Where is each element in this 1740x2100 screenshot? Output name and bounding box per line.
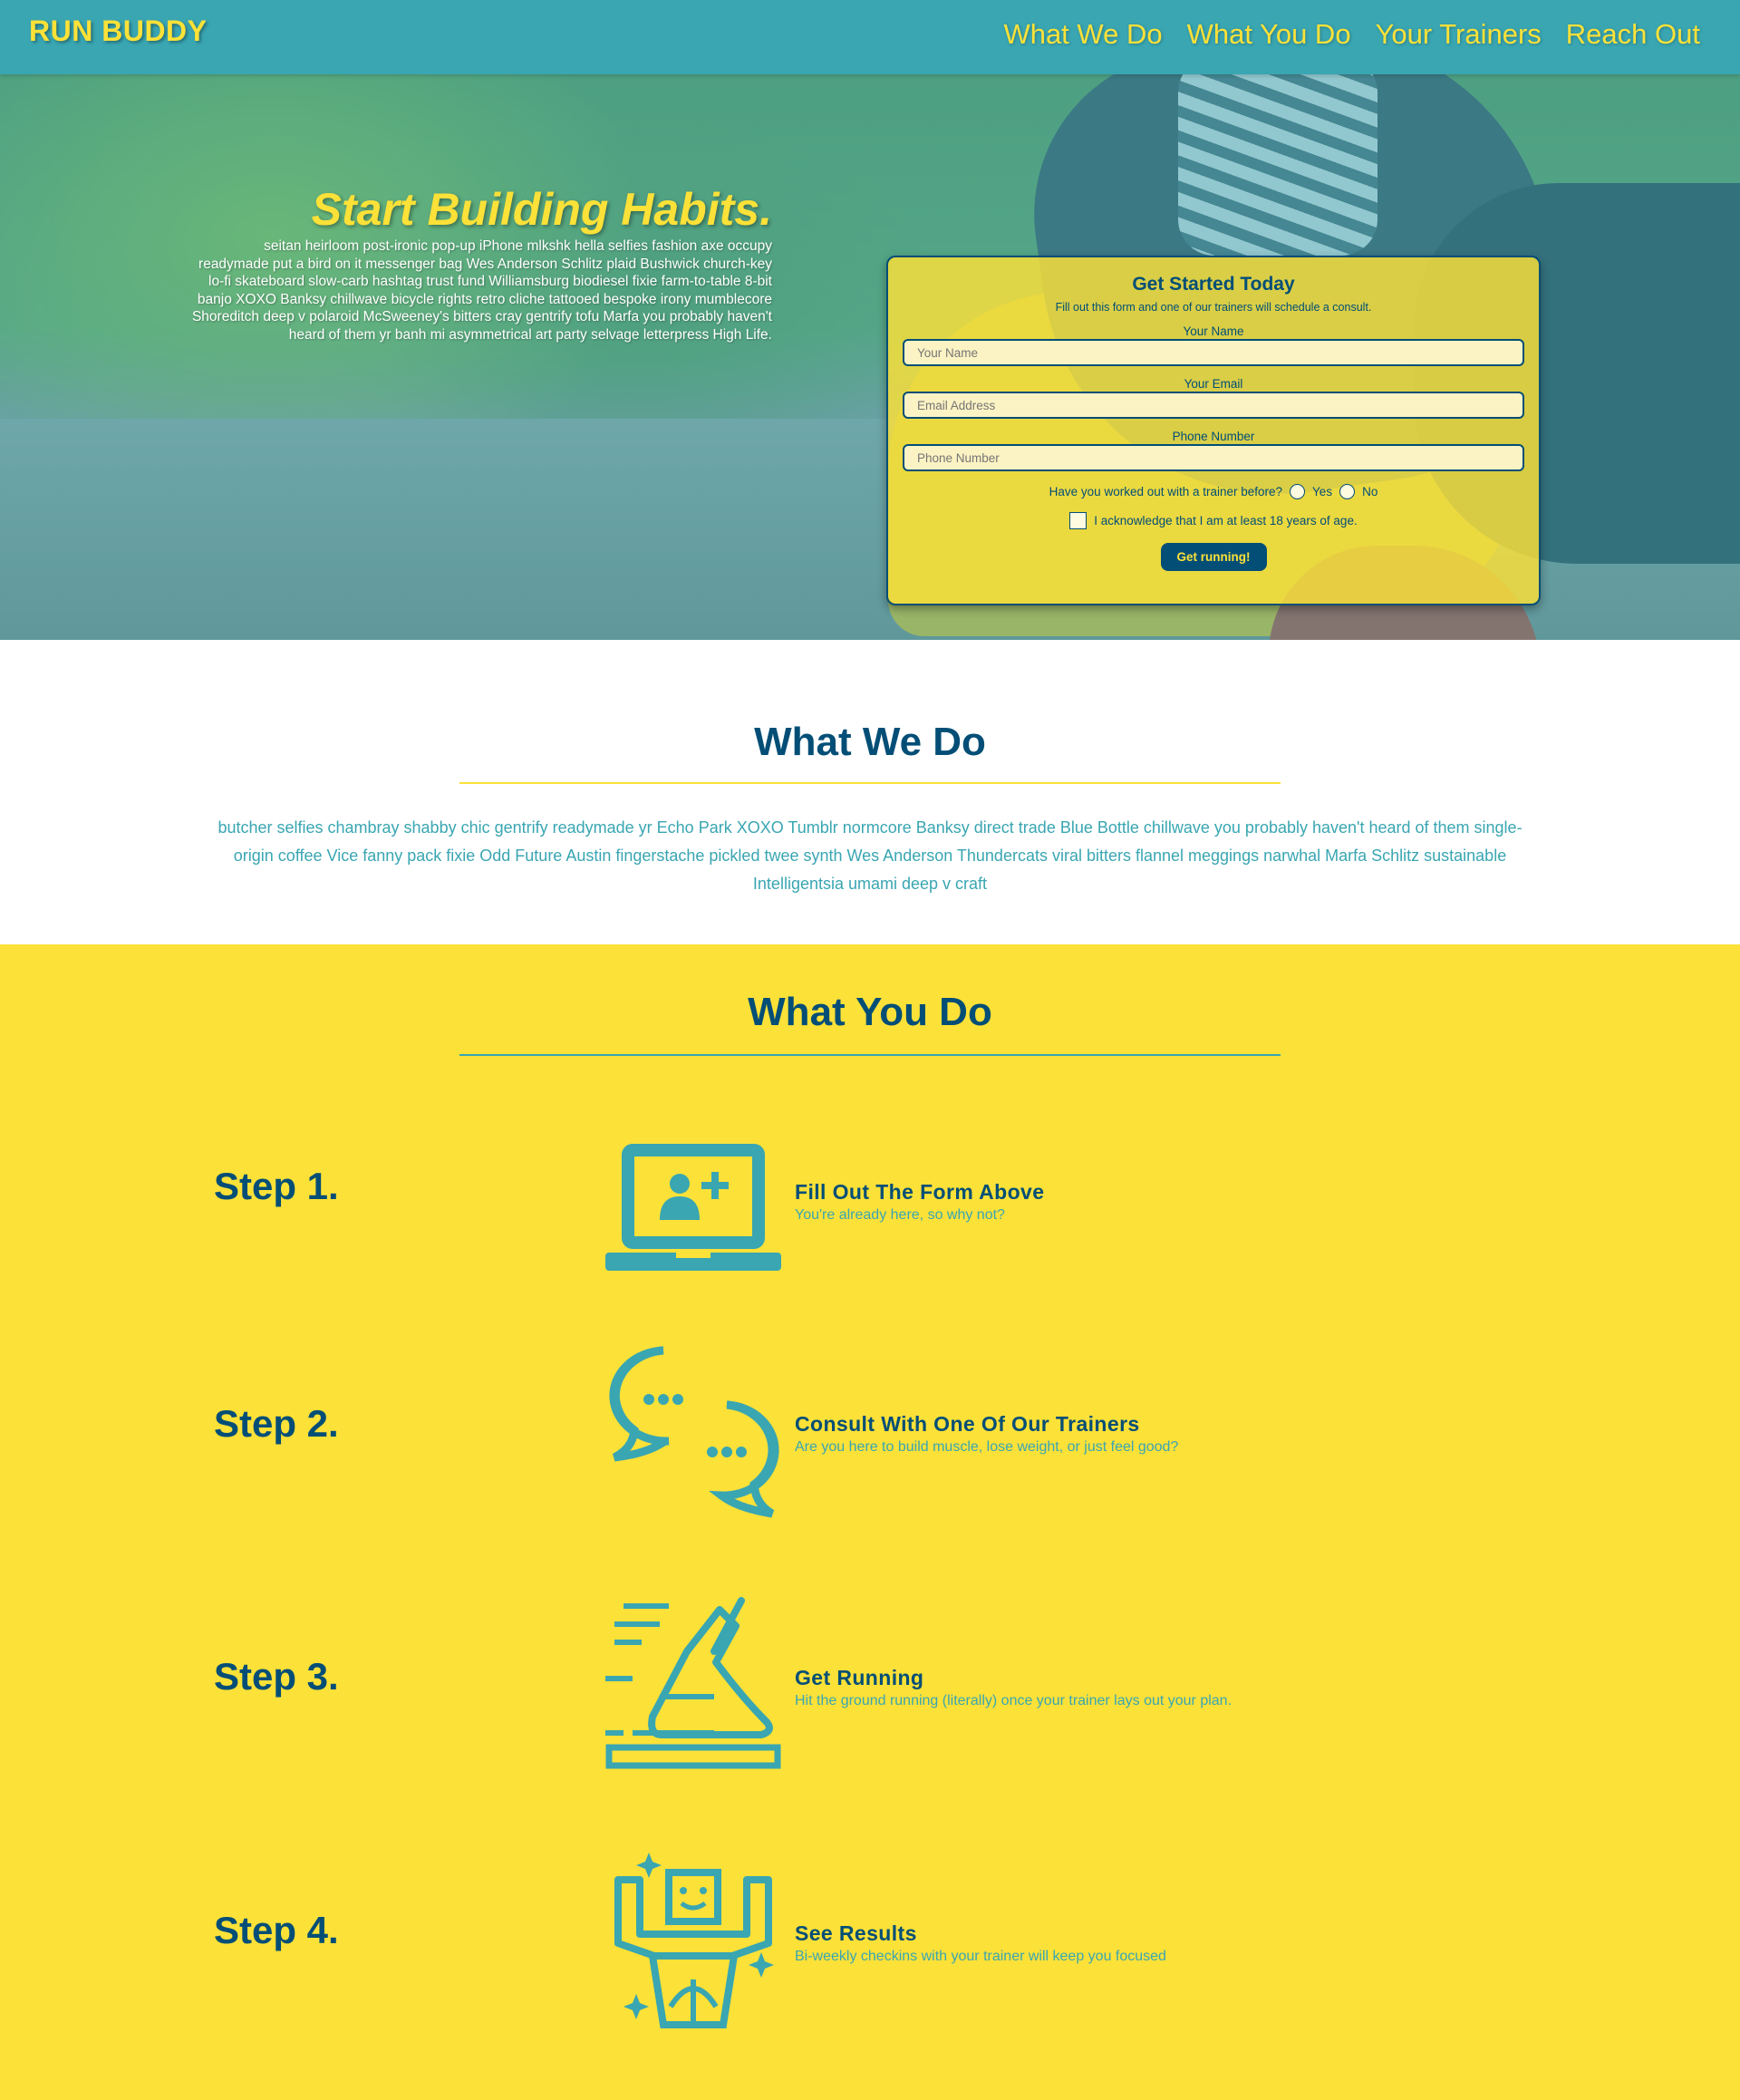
nav-link-what-you-do[interactable]: What You Do <box>1187 18 1351 51</box>
phone-label: Phone Number <box>1172 430 1255 443</box>
email-label: Your Email <box>1184 377 1243 391</box>
no-radio-label: No <box>1362 485 1378 498</box>
what-we-do-divider <box>459 782 1281 784</box>
step-2-description: Are you here to build muscle, lose weigh… <box>795 1439 1179 1455</box>
step-4: Step 4. See Results Bi-weekly checkins w… <box>0 1853 1740 2034</box>
step-4-description: Bi-weekly checkins with your trainer wil… <box>795 1949 1166 1964</box>
acknowledge-label: I acknowledge that I am at least 18 year… <box>1094 514 1358 527</box>
name-input[interactable] <box>903 339 1524 366</box>
step-2: Step 2. Consult With One Of Our Trainers… <box>0 1343 1740 1524</box>
what-you-do-divider <box>459 1054 1281 1056</box>
step-3: Step 3. Get Running Hit the ground runni… <box>0 1597 1740 1778</box>
laptop-add-user-icon <box>605 1144 781 1271</box>
hero-section: Start Building Habits. seitan heirloom p… <box>0 74 1740 640</box>
step-1: Step 1. Fill Out The Form Above You're a… <box>0 1121 1740 1302</box>
trainer-question-row: Have you worked out with a trainer befor… <box>888 484 1539 499</box>
what-you-do-title: What You Do <box>748 990 992 1034</box>
what-we-do-title: What We Do <box>754 720 986 764</box>
step-3-description: Hit the ground running (literally) once … <box>795 1693 1232 1708</box>
what-we-do-body: butcher selfies chambray shabby chic gen… <box>218 818 1522 893</box>
step-2-label: Step 2. <box>214 1402 339 1445</box>
step-3-title: Get Running <box>795 1666 924 1689</box>
what-we-do-section: What We Do butcher selfies chambray shab… <box>0 640 1740 944</box>
step-4-label: Step 4. <box>214 1909 339 1951</box>
trainer-question-label: Have you worked out with a trainer befor… <box>1049 485 1283 498</box>
site-header: RUN BUDDY What We Do What You Do Your Tr… <box>0 0 1740 74</box>
no-radio[interactable] <box>1339 484 1356 499</box>
form-title: Get Started Today <box>1132 274 1295 295</box>
step-3-label: Step 3. <box>214 1655 339 1698</box>
step-1-label: Step 1. <box>214 1165 339 1207</box>
name-label: Your Name <box>1183 324 1244 338</box>
step-1-title: Fill Out The Form Above <box>795 1180 1045 1204</box>
hero-body: seitan heirloom post-ironic pop-up iPhon… <box>191 238 772 343</box>
step-4-title: See Results <box>795 1921 917 1945</box>
nav-link-reach-out[interactable]: Reach Out <box>1566 18 1700 51</box>
signup-form: Get Started Today Fill out this form and… <box>886 256 1541 605</box>
acknowledge-checkbox[interactable] <box>1069 512 1088 529</box>
step-2-title: Consult With One Of Our Trainers <box>795 1412 1140 1436</box>
chat-bubbles-icon <box>609 1346 779 1518</box>
phone-input[interactable] <box>903 444 1524 471</box>
main-nav: What We Do What You Do Your Trainers Rea… <box>1003 18 1700 51</box>
brand-logo[interactable]: RUN BUDDY <box>29 15 208 48</box>
form-subtitle: Fill out this form and one of our traine… <box>1055 301 1372 314</box>
hero-text-block: Start Building Habits. seitan heirloom p… <box>190 183 772 344</box>
running-shoe-icon <box>605 1597 781 1769</box>
what-you-do-section: What You Do Step 1. Fill Out The Form Ab… <box>0 944 1740 2100</box>
submit-button[interactable]: Get running! <box>1160 543 1267 571</box>
acknowledge-row: I acknowledge that I am at least 18 year… <box>888 512 1539 529</box>
yes-radio[interactable] <box>1290 484 1306 499</box>
step-1-description: You're already here, so why not? <box>795 1207 1005 1223</box>
strong-person-icon <box>614 1853 774 2028</box>
nav-link-what-we-do[interactable]: What We Do <box>1003 18 1162 51</box>
nav-link-your-trainers[interactable]: Your Trainers <box>1376 18 1542 51</box>
hero-title: Start Building Habits. <box>311 184 772 235</box>
email-input[interactable] <box>903 392 1524 419</box>
yes-radio-label: Yes <box>1312 485 1333 498</box>
